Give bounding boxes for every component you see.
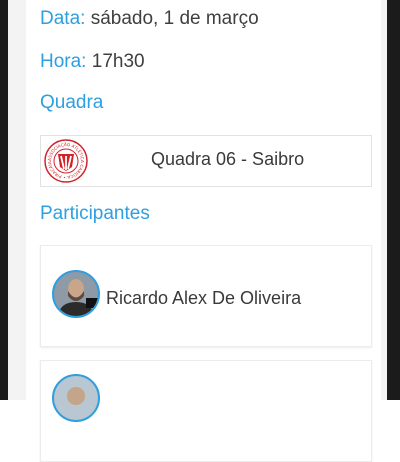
date-row: Data: sábado, 1 de março: [40, 8, 259, 30]
date-value: sábado, 1 de março: [90, 8, 259, 29]
participant-card[interactable]: [40, 360, 372, 462]
time-label: Hora:: [40, 51, 87, 72]
participant-avatar: [52, 374, 100, 422]
avatar-photo: [54, 376, 98, 420]
match-details-screen: Data: sábado, 1 de março Hora: 17h30 Qua…: [8, 0, 387, 462]
participants-section-title: Participantes: [40, 203, 150, 224]
time-value: 17h30: [91, 51, 145, 72]
club-logo: ASSOCIAÇÃO ATLÉTICA CARIOCA • PIRACAIA: [44, 139, 88, 183]
match-details-card: Data: sábado, 1 de março Hora: 17h30 Qua…: [26, 0, 381, 462]
time-row: Hora: 17h30: [40, 51, 145, 73]
window-edge-left: [0, 0, 8, 400]
avatar-photo: [54, 272, 98, 316]
date-label: Data:: [40, 8, 86, 29]
participant-card[interactable]: Ricardo Alex De Oliveira: [40, 245, 372, 347]
participant-name: Ricardo Alex De Oliveira: [106, 288, 302, 308]
participant-avatar: [52, 270, 100, 318]
court-card[interactable]: ASSOCIAÇÃO ATLÉTICA CARIOCA • PIRACAIA Q…: [40, 135, 372, 187]
window-edge-right: [387, 0, 400, 400]
court-name: Quadra 06 - Saibro: [151, 149, 305, 169]
court-section-title: Quadra: [40, 92, 104, 113]
